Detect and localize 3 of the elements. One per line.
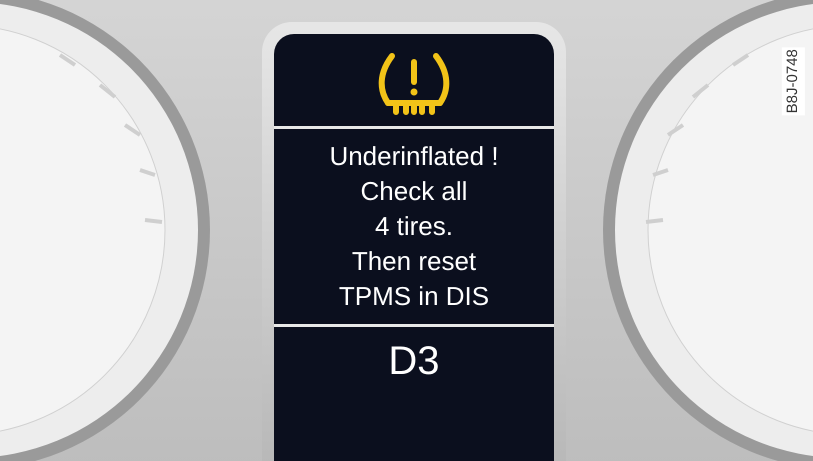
figure-code: B8J-0748 — [782, 47, 804, 116]
gear-indicator: D3 — [388, 338, 440, 381]
warning-message: Underinflated ! Check all 4 tires. Then reset TPMS in DIS — [329, 140, 499, 313]
